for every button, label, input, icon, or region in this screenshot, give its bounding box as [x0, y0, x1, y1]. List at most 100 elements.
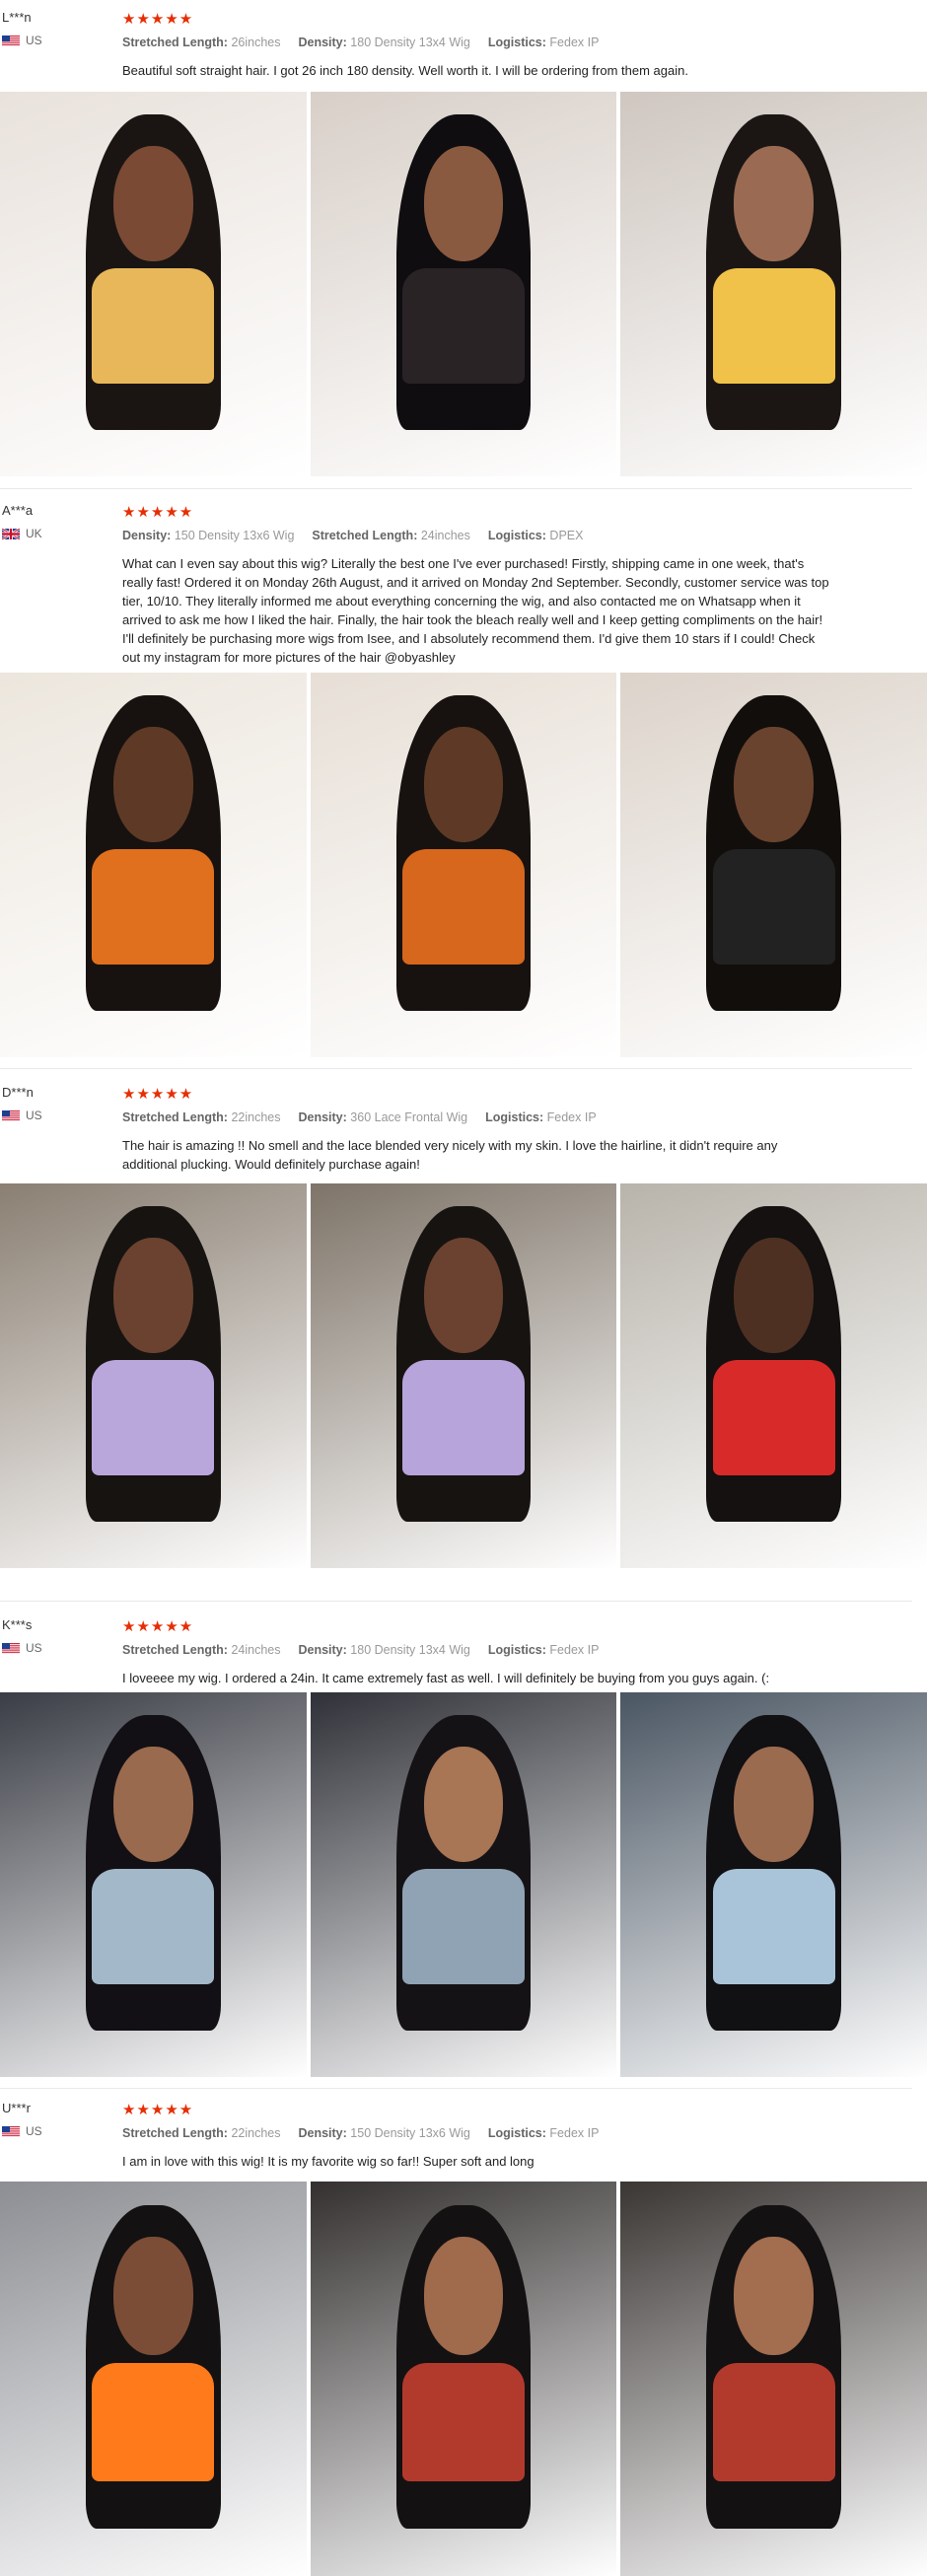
review-text: The hair is amazing !! No smell and the …: [122, 1138, 778, 1172]
photo-clothing: [92, 849, 215, 966]
reviewer-name: L***n: [2, 10, 32, 25]
attribute-label: Density:: [298, 1643, 347, 1657]
photo-face: [423, 726, 504, 842]
star-rating: ★★★★★: [122, 2102, 194, 2118]
attribute-value: 150 Density 13x6 Wig: [174, 529, 295, 542]
attribute-label: Density:: [298, 2126, 347, 2140]
review-attributes: Stretched Length: 22inches Density: 150 D…: [122, 2126, 616, 2140]
attribute-value: Fedex IP: [549, 1643, 600, 1657]
photo-face: [112, 145, 193, 261]
review-photo[interactable]: [0, 2182, 307, 2576]
reviewer-country: UK: [2, 527, 42, 540]
attribute-value: 180 Density 13x4 Wig: [350, 1643, 470, 1657]
reviewer-country: US: [2, 34, 42, 47]
review-photo[interactable]: [310, 1183, 617, 1568]
review-photo[interactable]: [310, 1692, 617, 2077]
photo-face: [423, 1746, 504, 1862]
review-photo[interactable]: [310, 92, 617, 476]
attribute-label: Density:: [298, 1110, 347, 1124]
attribute-label: Density:: [298, 36, 347, 49]
star-rating: ★★★★★: [122, 504, 194, 521]
photo-clothing: [712, 849, 835, 966]
attribute-value: 24inches: [231, 1643, 281, 1657]
review-divider: [0, 1068, 912, 1069]
photo-face: [734, 145, 815, 261]
us-flag-icon: [2, 1642, 20, 1654]
review-photos: [0, 1183, 927, 1568]
photo-clothing: [712, 1869, 835, 1985]
attribute-label: Logistics:: [487, 2126, 546, 2140]
review-divider: [0, 1601, 912, 1602]
attribute-label: Logistics:: [485, 1110, 544, 1124]
review-text: Beautiful soft straight hair. I got 26 i…: [122, 63, 688, 78]
photo-clothing: [92, 1360, 215, 1476]
review-photos: [0, 92, 927, 476]
review-photo[interactable]: [620, 1692, 927, 2077]
us-flag-icon: [2, 1109, 20, 1121]
photo-face: [423, 145, 504, 261]
attribute-label: Stretched Length:: [122, 1643, 228, 1657]
review-attributes: Density: 150 Density 13x6 Wig Stretched L…: [122, 529, 601, 542]
review-text: I am in love with this wig! It is my fav…: [122, 2154, 535, 2169]
us-flag-icon: [2, 2125, 20, 2137]
attribute-label: Logistics:: [487, 36, 546, 49]
attribute-label: Density:: [122, 529, 172, 542]
us-flag-icon: [2, 35, 20, 46]
review-card: D***n US ★★★★★ Stretched Length: 22inches De…: [0, 1075, 927, 1568]
photo-clothing: [92, 2363, 215, 2481]
photo-clothing: [712, 2363, 835, 2481]
photo-clothing: [401, 268, 526, 385]
review-photo[interactable]: [620, 1183, 927, 1568]
attribute-label: Logistics:: [487, 529, 546, 542]
review-photo[interactable]: [0, 673, 307, 1057]
attribute-value: Fedex IP: [549, 2126, 600, 2140]
photo-face: [734, 2237, 815, 2355]
country-code: US: [26, 1109, 42, 1122]
attribute-value: Fedex IP: [546, 1110, 597, 1124]
review-attributes: Stretched Length: 26inches Density: 180 D…: [122, 36, 616, 49]
review-photo[interactable]: [0, 1692, 307, 2077]
photo-face: [112, 2237, 193, 2355]
photo-face: [112, 1237, 193, 1353]
photo-clothing: [401, 849, 526, 966]
reviewer-country: US: [2, 1109, 42, 1122]
attribute-value: DPEX: [549, 529, 584, 542]
country-code: US: [26, 2124, 42, 2138]
review-photo[interactable]: [620, 2182, 927, 2576]
reviewer-country: US: [2, 2124, 42, 2138]
photo-clothing: [92, 268, 215, 385]
review-divider: [0, 488, 912, 489]
review-attributes: Stretched Length: 22inches Density: 360 L…: [122, 1110, 614, 1124]
photo-clothing: [401, 2363, 526, 2481]
attribute-value: 24inches: [420, 529, 470, 542]
review-photo[interactable]: [310, 673, 617, 1057]
attribute-value: 22inches: [231, 1110, 281, 1124]
uk-flag-icon: [2, 528, 20, 539]
review-card: U***r US ★★★★★ Stretched Length: 22inches De…: [0, 2091, 927, 2576]
attribute-value: 180 Density 13x4 Wig: [350, 36, 470, 49]
reviewer-name: K***s: [2, 1617, 33, 1632]
review-photo[interactable]: [620, 673, 927, 1057]
attribute-value: 360 Lace Frontal Wig: [350, 1110, 468, 1124]
attribute-label: Stretched Length:: [122, 2126, 228, 2140]
photo-face: [734, 726, 815, 842]
attribute-label: Stretched Length:: [312, 529, 418, 542]
review-photo[interactable]: [620, 92, 927, 476]
country-code: US: [26, 34, 42, 47]
review-photo[interactable]: [310, 2182, 617, 2576]
reviewer-name: A***a: [2, 503, 34, 518]
review-photo[interactable]: [0, 1183, 307, 1568]
review-photo[interactable]: [0, 92, 307, 476]
photo-face: [112, 726, 193, 842]
review-card: A***a UK ★★★★★ Density: 150 Density 13x6 Wi…: [0, 493, 927, 1057]
attribute-value: 26inches: [231, 36, 281, 49]
star-rating: ★★★★★: [122, 11, 194, 28]
photo-clothing: [92, 1869, 215, 1985]
photo-clothing: [712, 268, 835, 385]
review-divider: [0, 2088, 912, 2089]
photo-clothing: [401, 1869, 526, 1985]
photo-clothing: [712, 1360, 835, 1476]
review-photos: [0, 673, 927, 1057]
photo-face: [423, 2237, 504, 2355]
star-rating: ★★★★★: [122, 1086, 194, 1103]
